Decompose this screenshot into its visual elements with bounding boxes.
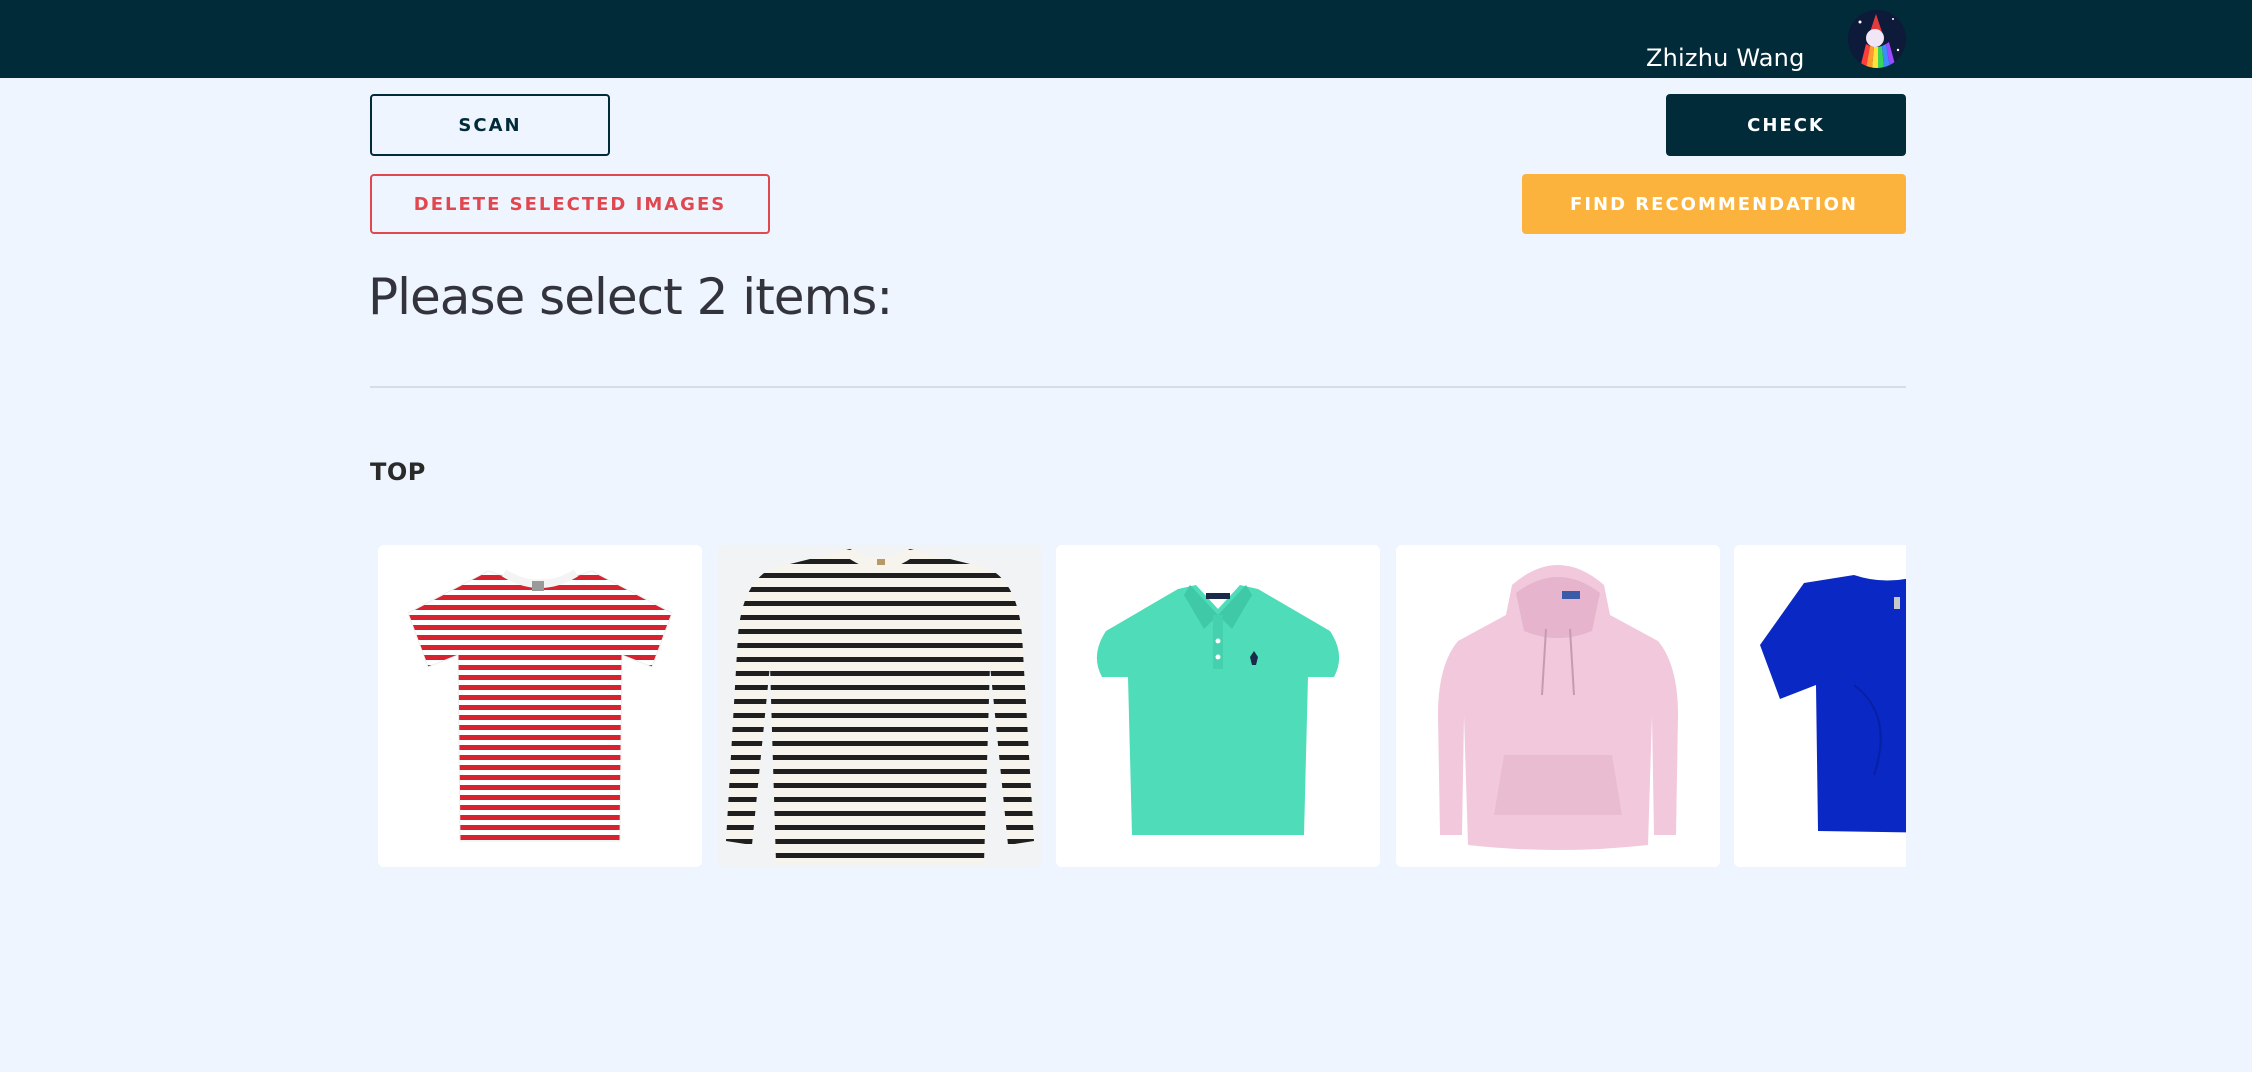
avatar[interactable] xyxy=(1848,10,1906,68)
red-striped-tshirt-image xyxy=(407,569,673,842)
clothing-item-red-striped-tshirt[interactable] xyxy=(378,545,702,867)
clothing-item-blue-tshirt[interactable] xyxy=(1734,545,1906,867)
mint-polo-shirt-image xyxy=(1096,585,1340,835)
clothing-item-black-striped-longsleeve[interactable] xyxy=(718,545,1042,867)
username-label[interactable]: Zhizhu Wang xyxy=(1646,44,1805,72)
black-striped-longsleeve-image xyxy=(726,548,1034,863)
clothing-item-mint-polo-shirt[interactable] xyxy=(1056,545,1380,867)
category-label: TOP xyxy=(370,458,426,486)
top-navbar: Zhizhu Wang xyxy=(0,0,2252,78)
avatar-rainbow-icon xyxy=(1848,10,1906,68)
divider xyxy=(370,386,1906,388)
scan-button[interactable]: SCAN xyxy=(370,94,610,156)
pink-hoodie-image xyxy=(1438,565,1678,850)
clothing-item-pink-hoodie[interactable] xyxy=(1396,545,1720,867)
delete-selected-images-button[interactable]: DELETE SELECTED IMAGES xyxy=(370,174,770,234)
blue-tshirt-image xyxy=(1760,575,1906,833)
check-button[interactable]: CHECK xyxy=(1666,94,1906,156)
clothing-gallery[interactable] xyxy=(370,540,1906,880)
page-title: Please select 2 items: xyxy=(368,268,893,326)
find-recommendation-button[interactable]: FIND RECOMMENDATION xyxy=(1522,174,1906,234)
